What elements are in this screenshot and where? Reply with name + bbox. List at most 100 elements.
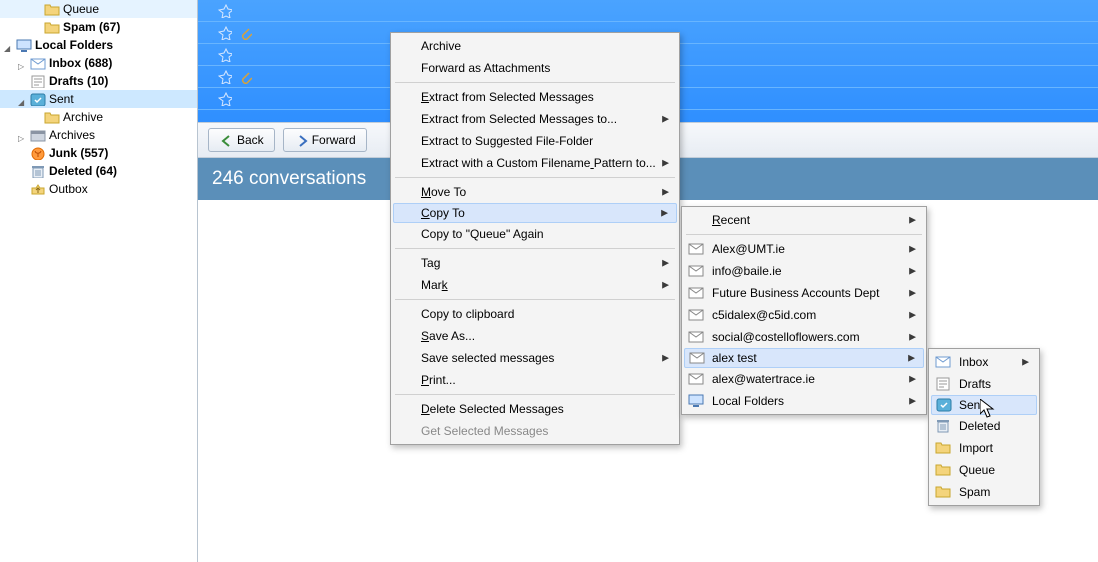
account-item-future-business-accounts-dept[interactable]: Future Business Accounts Dept▶ <box>684 282 924 304</box>
menu-item-label: Extract to Suggested File-Folder <box>421 134 593 148</box>
mail-icon <box>688 263 704 279</box>
mail-icon <box>688 371 704 387</box>
submenu-arrow-icon: ▶ <box>909 374 916 385</box>
submenu-arrow-icon: ▶ <box>909 332 916 343</box>
menu-separator <box>395 299 675 300</box>
submenu-arrow-icon: ▶ <box>909 215 916 226</box>
back-button[interactable]: Back <box>208 128 275 152</box>
trash-icon <box>30 164 46 178</box>
tree-item-archive[interactable]: Archive <box>0 108 197 126</box>
menu-item-label: social@costelloflowers.com <box>712 330 860 344</box>
archives-icon <box>30 128 46 142</box>
tree-item-label: Archives <box>49 128 95 142</box>
menu-item-label: Inbox <box>959 355 988 369</box>
menu-item-move-to[interactable]: Move To▶ <box>393 181 677 203</box>
twisty-icon <box>32 22 42 32</box>
account-item-alex-test[interactable]: alex test▶ <box>684 348 924 368</box>
menu-item-label: Tag <box>421 256 440 270</box>
menu-item-save-selected-messages[interactable]: Save selected messages▶ <box>393 347 677 369</box>
menu-item-copy-to-clipboard[interactable]: Copy to clipboard <box>393 303 677 325</box>
menu-item-label: Extract with a Custom Filename Pattern t… <box>421 156 656 170</box>
menu-item-mark[interactable]: Mark▶ <box>393 274 677 296</box>
submenu-arrow-icon: ▶ <box>909 288 916 299</box>
forward-label: Forward <box>312 133 356 147</box>
folder-item-queue[interactable]: Queue <box>931 459 1037 481</box>
attachment-icon <box>238 26 252 40</box>
menu-item-label: Extract from Selected Messages <box>421 90 594 104</box>
folder-item-inbox[interactable]: Inbox▶ <box>931 351 1037 373</box>
account-item-alex-watertrace-ie[interactable]: alex@watertrace.ie▶ <box>684 368 924 390</box>
folder-item-import[interactable]: Import <box>931 437 1037 459</box>
menu-item-label: Recent <box>712 213 750 227</box>
menu-item-copy-to[interactable]: Copy To▶ <box>393 203 677 223</box>
account-item-alex-umt-ie[interactable]: Alex@UMT.ie▶ <box>684 238 924 260</box>
folder-icon <box>935 484 951 500</box>
star-icon[interactable] <box>218 4 232 18</box>
tree-item-archives[interactable]: Archives <box>0 126 197 144</box>
context-menu-folders[interactable]: Inbox▶DraftsSentDeletedImportQueueSpam <box>928 348 1040 506</box>
context-menu-main[interactable]: ArchiveForward as Attachments Extract fro… <box>390 32 680 445</box>
tree-item-deleted-64-[interactable]: Deleted (64) <box>0 162 197 180</box>
forward-button[interactable]: Forward <box>283 128 367 152</box>
star-icon[interactable] <box>218 70 232 84</box>
account-item-recent[interactable]: Recent ▶ <box>684 209 924 231</box>
twisty-icon <box>18 184 28 194</box>
tree-item-local-folders[interactable]: Local Folders <box>0 36 197 54</box>
account-item-social-costelloflowers-com[interactable]: social@costelloflowers.com ▶ <box>684 326 924 348</box>
star-icon[interactable] <box>218 48 232 62</box>
menu-item-label: Save As... <box>421 329 475 343</box>
conversation-count: 246 conversations <box>212 168 366 190</box>
twisty-icon <box>18 166 28 176</box>
menu-item-copy-to-queue-again[interactable]: Copy to "Queue" Again <box>393 223 677 245</box>
account-item-local-folders[interactable]: Local Folders▶ <box>684 390 924 412</box>
context-menu-accounts[interactable]: Recent ▶ Alex@UMT.ie▶info@baile.ie▶Future … <box>681 206 927 415</box>
folder-icon <box>44 110 60 124</box>
menu-separator <box>395 248 675 249</box>
menu-item-forward-as-attachments[interactable]: Forward as Attachments <box>393 57 677 79</box>
folder-item-spam[interactable]: Spam <box>931 481 1037 503</box>
back-label: Back <box>237 133 264 147</box>
drafts-icon <box>935 376 951 392</box>
twisty-icon[interactable] <box>18 58 28 68</box>
menu-item-label: Extract from Selected Messages to... <box>421 112 617 126</box>
tree-item-queue[interactable]: Queue <box>0 0 197 18</box>
tree-item-label: Deleted (64) <box>49 164 117 178</box>
back-arrow-icon <box>219 133 233 147</box>
twisty-icon <box>18 148 28 158</box>
tree-item-junk-557-[interactable]: Junk (557) <box>0 144 197 162</box>
submenu-arrow-icon: ▶ <box>909 310 916 321</box>
account-item-info-baile-ie[interactable]: info@baile.ie▶ <box>684 260 924 282</box>
twisty-icon[interactable] <box>18 130 28 140</box>
account-item-c5idalex-c5id-com[interactable]: c5idalex@c5id.com▶ <box>684 304 924 326</box>
tree-item-label: Inbox (688) <box>49 56 112 70</box>
tree-item-spam-67-[interactable]: Spam (67) <box>0 18 197 36</box>
tree-item-inbox-688-[interactable]: Inbox (688) <box>0 54 197 72</box>
menu-item-print-[interactable]: Print... <box>393 369 677 391</box>
queue-icon <box>44 2 60 16</box>
menu-item-archive[interactable]: Archive <box>393 35 677 57</box>
tree-item-label: Local Folders <box>35 38 113 52</box>
menu-item-delete-selected-messages[interactable]: Delete Selected Messages <box>393 398 677 420</box>
message-row[interactable] <box>198 0 1098 22</box>
menu-item-save-as-[interactable]: Save As... <box>393 325 677 347</box>
menu-item-extract-with-a-custom-filename-pattern-to-[interactable]: Extract with a Custom Filename Pattern t… <box>393 152 677 174</box>
twisty-icon[interactable] <box>18 94 28 104</box>
menu-item-tag[interactable]: Tag▶ <box>393 252 677 274</box>
folder-item-drafts[interactable]: Drafts <box>931 373 1037 395</box>
star-icon[interactable] <box>218 92 232 106</box>
menu-item-extract-from-selected-messages-to-[interactable]: Extract from Selected Messages to...▶ <box>393 108 677 130</box>
tree-item-outbox[interactable]: Outbox <box>0 180 197 198</box>
tree-item-drafts-10-[interactable]: Drafts (10) <box>0 72 197 90</box>
forward-arrow-icon <box>294 133 308 147</box>
tree-item-sent[interactable]: Sent <box>0 90 197 108</box>
menu-item-extract-from-selected-messages[interactable]: Extract from Selected Messages <box>393 86 677 108</box>
menu-item-label: Save selected messages <box>421 351 554 365</box>
tree-item-label: Queue <box>63 2 99 16</box>
twisty-icon[interactable] <box>4 40 14 50</box>
mail-icon <box>688 285 704 301</box>
menu-item-extract-to-suggested-file-folder[interactable]: Extract to Suggested File-Folder <box>393 130 677 152</box>
star-icon[interactable] <box>218 26 232 40</box>
menu-item-label: Drafts <box>959 377 991 391</box>
menu-item-get-selected-messages: Get Selected Messages <box>393 420 677 442</box>
menu-item-label: Print... <box>421 373 456 387</box>
